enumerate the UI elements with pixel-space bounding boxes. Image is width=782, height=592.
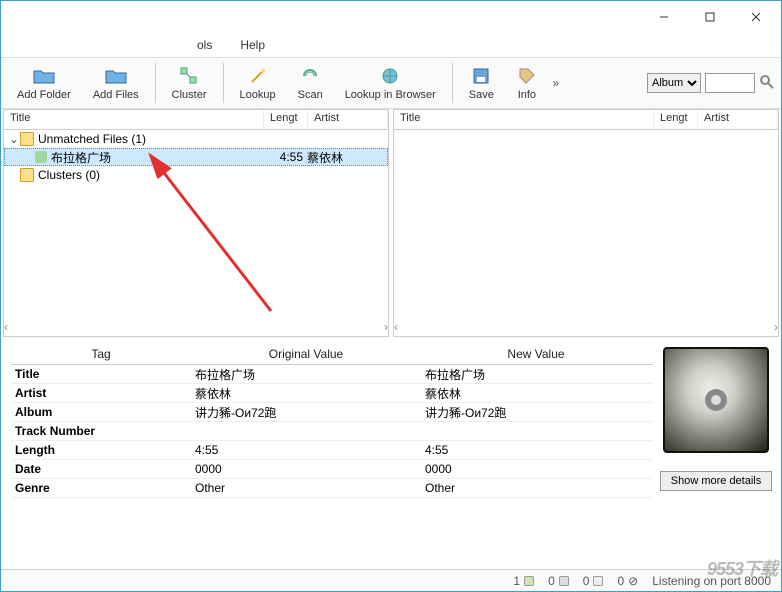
- track-length: 4:55: [263, 150, 307, 164]
- new-value: 讲力豨-Ои72跑: [421, 404, 651, 421]
- details-header-new: New Value: [421, 347, 651, 361]
- folder-icon: [20, 132, 34, 146]
- globe-icon: [379, 65, 401, 87]
- details-row[interactable]: Track Number: [11, 422, 653, 441]
- scroll-right[interactable]: ›: [774, 320, 778, 336]
- col-artist[interactable]: Artist: [698, 110, 778, 129]
- close-button[interactable]: [733, 2, 779, 32]
- details-row[interactable]: Title布拉格广场布拉格广场: [11, 365, 653, 384]
- status-count-1: 1: [513, 574, 520, 588]
- separator: [223, 63, 224, 103]
- scroll-right[interactable]: ›: [384, 320, 388, 336]
- tag-name: Track Number: [11, 424, 191, 438]
- cover-art[interactable]: [663, 347, 769, 453]
- details-row[interactable]: GenreOtherOther: [11, 479, 653, 498]
- search-input[interactable]: [705, 73, 755, 93]
- save-button[interactable]: Save: [459, 60, 504, 106]
- tag-name: Artist: [11, 386, 191, 400]
- tag-name: Date: [11, 462, 191, 476]
- tree-unmatched[interactable]: ⌄ Unmatched Files (1): [4, 130, 388, 148]
- new-value: 0000: [421, 462, 651, 476]
- add-folder-button[interactable]: Add Folder: [7, 60, 81, 106]
- original-value: 4:55: [191, 443, 421, 457]
- search-type-select[interactable]: Album: [647, 73, 701, 93]
- col-title[interactable]: Title: [394, 110, 654, 129]
- scroll-left[interactable]: ‹: [4, 320, 8, 336]
- details-header-original: Original Value: [191, 347, 421, 361]
- search-icon[interactable]: [759, 74, 775, 93]
- add-files-button[interactable]: Add Files: [83, 60, 149, 106]
- original-value: 0000: [191, 462, 421, 476]
- col-title[interactable]: Title: [4, 110, 264, 129]
- new-value: Other: [421, 481, 651, 495]
- lookup-browser-button[interactable]: Lookup in Browser: [335, 60, 446, 106]
- menu-help[interactable]: Help: [234, 36, 271, 54]
- new-value: 布拉格广场: [421, 366, 651, 383]
- tag-name: Genre: [11, 481, 191, 495]
- original-value: 讲力豨-Ои72跑: [191, 404, 421, 421]
- wand-icon: [247, 65, 269, 87]
- original-value: 布拉格广场: [191, 366, 421, 383]
- col-artist[interactable]: Artist: [308, 110, 388, 129]
- cluster-icon: [178, 65, 200, 87]
- scroll-left[interactable]: ‹: [394, 320, 398, 336]
- watermark: 9553下载: [707, 555, 777, 581]
- original-value: 蔡依林: [191, 385, 421, 402]
- scan-icon: [299, 65, 321, 87]
- tree-track-selected[interactable]: 布拉格广场 4:55 蔡依林: [4, 148, 388, 166]
- status-dot-gray: [593, 576, 603, 586]
- track-artist: 蔡依林: [307, 149, 387, 166]
- new-value: 4:55: [421, 443, 651, 457]
- cluster-button[interactable]: Cluster: [162, 60, 217, 106]
- status-dot-cd: [559, 576, 569, 586]
- details-row[interactable]: Album讲力豨-Ои72跑讲力豨-Ои72跑: [11, 403, 653, 422]
- music-icon: [35, 151, 47, 163]
- tag-name: Title: [11, 367, 191, 381]
- scan-button[interactable]: Scan: [288, 60, 333, 106]
- collapse-icon[interactable]: ⌄: [8, 132, 20, 146]
- tag-name: Album: [11, 405, 191, 419]
- folder-icon: [20, 168, 34, 182]
- right-pane[interactable]: Title Lengt Artist ‹ ›: [393, 109, 779, 337]
- col-length[interactable]: Lengt: [654, 110, 698, 129]
- new-value: 蔡依林: [421, 385, 651, 402]
- status-bar: 1 0 0 0⊘ Listening on port 8000: [1, 569, 781, 591]
- original-value: Other: [191, 481, 421, 495]
- show-more-details-button[interactable]: Show more details: [660, 471, 773, 491]
- details-row[interactable]: Length4:554:55: [11, 441, 653, 460]
- details-header-tag: Tag: [11, 347, 191, 361]
- col-length[interactable]: Lengt: [264, 110, 308, 129]
- tag-name: Length: [11, 443, 191, 457]
- details-row[interactable]: Artist蔡依林蔡依林: [11, 384, 653, 403]
- save-icon: [470, 65, 492, 87]
- status-count-2: 0: [548, 574, 555, 588]
- lookup-button[interactable]: Lookup: [230, 60, 286, 106]
- status-error-icon: ⊘: [628, 574, 638, 588]
- menu-tools[interactable]: ols: [191, 36, 218, 54]
- toolbar-overflow[interactable]: »: [550, 76, 562, 90]
- maximize-button[interactable]: [687, 2, 733, 32]
- status-dot-green: [524, 576, 534, 586]
- left-pane[interactable]: Title Lengt Artist ⌄ Unmatched Files (1)…: [3, 109, 389, 337]
- tag-icon: [516, 65, 538, 87]
- info-button[interactable]: Info: [506, 60, 548, 106]
- separator: [155, 63, 156, 103]
- tree-clusters[interactable]: Clusters (0): [4, 166, 388, 184]
- folder-open-icon: [33, 65, 55, 87]
- status-count-4: 0: [617, 574, 624, 588]
- folder-icon: [105, 65, 127, 87]
- details-row[interactable]: Date00000000: [11, 460, 653, 479]
- separator: [452, 63, 453, 103]
- status-count-3: 0: [583, 574, 590, 588]
- minimize-button[interactable]: [641, 2, 687, 32]
